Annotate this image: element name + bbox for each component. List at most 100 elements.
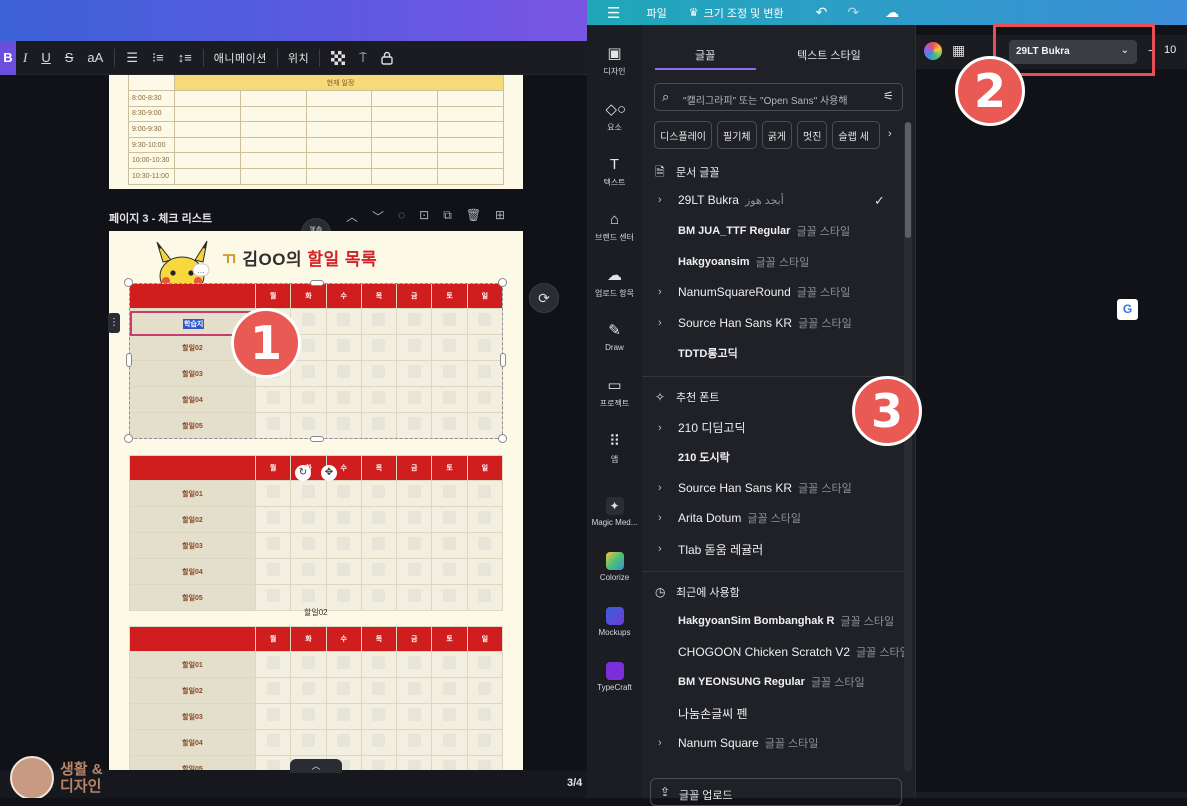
font-search-input[interactable]: ⌕ "캘리그라피" 또는 "Open Sans" 사용해 ⚟ — [654, 83, 903, 111]
checkbox[interactable] — [301, 681, 315, 695]
rail-item-2[interactable]: ◇○ 요소 — [587, 101, 642, 133]
checkbox[interactable] — [443, 655, 457, 669]
checkbox[interactable] — [407, 733, 421, 747]
chevron-right-icon[interactable]: › — [658, 422, 678, 434]
task-label[interactable]: 할일04 — [129, 558, 256, 585]
bold-button[interactable]: B — [0, 40, 16, 75]
rail-item-5[interactable]: ☁ 업로드 항목 — [587, 267, 642, 299]
check-cell[interactable] — [254, 558, 292, 585]
check-cell[interactable] — [254, 480, 292, 507]
checkbox[interactable] — [478, 510, 492, 524]
task-label[interactable]: 할일01 — [129, 651, 256, 678]
checkbox[interactable] — [372, 733, 386, 747]
checkbox[interactable] — [443, 681, 457, 695]
checkbox[interactable] — [337, 562, 351, 576]
selection-box[interactable] — [129, 283, 503, 439]
checkbox[interactable] — [372, 510, 386, 524]
checkbox[interactable] — [407, 707, 421, 721]
check-cell[interactable] — [325, 532, 362, 559]
check-cell[interactable] — [396, 584, 433, 611]
task-label[interactable]: 할일02 — [129, 677, 256, 704]
chip-2[interactable]: 필기체 — [717, 121, 757, 149]
checkbox[interactable] — [407, 588, 421, 602]
font-size-value[interactable]: 10 — [1164, 44, 1176, 56]
check-cell[interactable] — [290, 729, 327, 756]
scrollbar-thumb[interactable] — [905, 122, 911, 238]
check-cell[interactable] — [396, 729, 433, 756]
font-item[interactable]: TDTD롱고딕 — [658, 345, 738, 361]
check-cell[interactable] — [290, 558, 327, 585]
check-cell[interactable] — [466, 558, 504, 585]
chevron-right-icon[interactable]: › — [658, 317, 678, 329]
font-item[interactable]: › 210 디딤고딕 — [658, 419, 746, 436]
check-cell[interactable] — [396, 755, 433, 771]
list-icon[interactable]: ⁝≡ — [145, 41, 171, 75]
resize-handle[interactable] — [498, 278, 507, 287]
font-item[interactable]: › 29LT Bukra أبجد هوز — [658, 193, 784, 207]
check-cell[interactable] — [396, 532, 433, 559]
font-item[interactable]: › NanumSquareRound 글꼴 스타일 — [658, 284, 850, 300]
resize-handle[interactable] — [310, 280, 324, 286]
check-cell[interactable] — [466, 506, 504, 533]
check-cell[interactable] — [290, 703, 327, 730]
transparency-icon[interactable] — [324, 41, 352, 75]
check-cell[interactable] — [254, 703, 292, 730]
checkbox[interactable] — [301, 588, 315, 602]
refresh-icon[interactable]: ⟳ — [529, 283, 559, 313]
chevron-right-icon[interactable]: › — [658, 194, 678, 206]
chevron-right-icon[interactable]: › — [658, 286, 678, 298]
task-label[interactable]: 할일03 — [129, 703, 256, 730]
row-menu-icon[interactable]: ⋮ — [108, 313, 120, 333]
check-cell[interactable] — [466, 677, 504, 704]
check-cell[interactable] — [396, 480, 433, 507]
letter-case-button[interactable]: aA — [80, 41, 110, 75]
checkbox[interactable] — [407, 562, 421, 576]
animate-button[interactable]: 애니메이션 — [208, 50, 273, 66]
panel-scrollbar[interactable] — [904, 122, 912, 772]
check-cell[interactable] — [396, 651, 433, 678]
menu-icon[interactable]: ☰ — [607, 4, 620, 22]
checkbox[interactable] — [301, 510, 315, 524]
checkbox[interactable] — [337, 733, 351, 747]
undo-icon[interactable]: ↶ — [816, 4, 828, 21]
resize-handle[interactable] — [126, 353, 132, 367]
font-item[interactable]: CHOGOON Chicken Scratch V2 글꼴 스타일 — [658, 644, 910, 660]
rail-item-1[interactable]: ▣ 디자인 — [587, 45, 642, 77]
lock-icon[interactable]: ⊡ — [419, 208, 429, 225]
checkbox[interactable] — [266, 655, 280, 669]
checkbox[interactable] — [301, 707, 315, 721]
redo-icon[interactable]: ↷ — [847, 4, 859, 21]
font-item[interactable]: BM JUA_TTF Regular 글꼴 스타일 — [658, 223, 850, 239]
checkbox[interactable] — [266, 733, 280, 747]
rail-item-11[interactable]: Mockups — [587, 607, 642, 637]
font-item[interactable]: › Tlab 돋움 레귤러 — [658, 541, 763, 558]
font-item[interactable]: › Arita Dotum 글꼴 스타일 — [658, 510, 801, 526]
check-cell[interactable] — [360, 677, 398, 704]
font-item[interactable]: 나눔손글씨 펜 — [658, 705, 748, 722]
strikethrough-button[interactable]: S — [58, 41, 81, 75]
align-icon[interactable]: ☰ — [119, 41, 145, 75]
font-item[interactable]: Hakgyoansim 글꼴 스타일 — [658, 254, 809, 270]
rail-item-3[interactable]: T 텍스트 — [587, 156, 642, 188]
checkbox[interactable] — [337, 681, 351, 695]
check-cell[interactable] — [396, 558, 433, 585]
page-indicator[interactable]: 3/4 — [567, 777, 582, 789]
checkbox[interactable] — [443, 707, 457, 721]
check-cell[interactable] — [290, 651, 327, 678]
move-icon[interactable]: ✥ — [321, 465, 337, 481]
check-cell[interactable] — [466, 584, 504, 611]
checkbox[interactable] — [478, 707, 492, 721]
rail-item-12[interactable]: TypeCraft — [587, 662, 642, 692]
rail-item-9[interactable]: ✦ Magic Med... — [587, 497, 642, 527]
expand-pages-icon[interactable]: ︿ — [290, 759, 342, 773]
checkbox[interactable] — [478, 536, 492, 550]
filter-icon[interactable]: ⚟ — [883, 89, 894, 103]
resize-handle[interactable] — [498, 434, 507, 443]
font-item[interactable]: › Source Han Sans KR 글꼴 스타일 — [658, 315, 852, 331]
check-cell[interactable] — [396, 703, 433, 730]
checkbox[interactable] — [443, 588, 457, 602]
task-label[interactable]: 할일03 — [129, 532, 256, 559]
checkbox[interactable] — [337, 536, 351, 550]
checkbox[interactable] — [443, 733, 457, 747]
checkbox[interactable] — [337, 510, 351, 524]
